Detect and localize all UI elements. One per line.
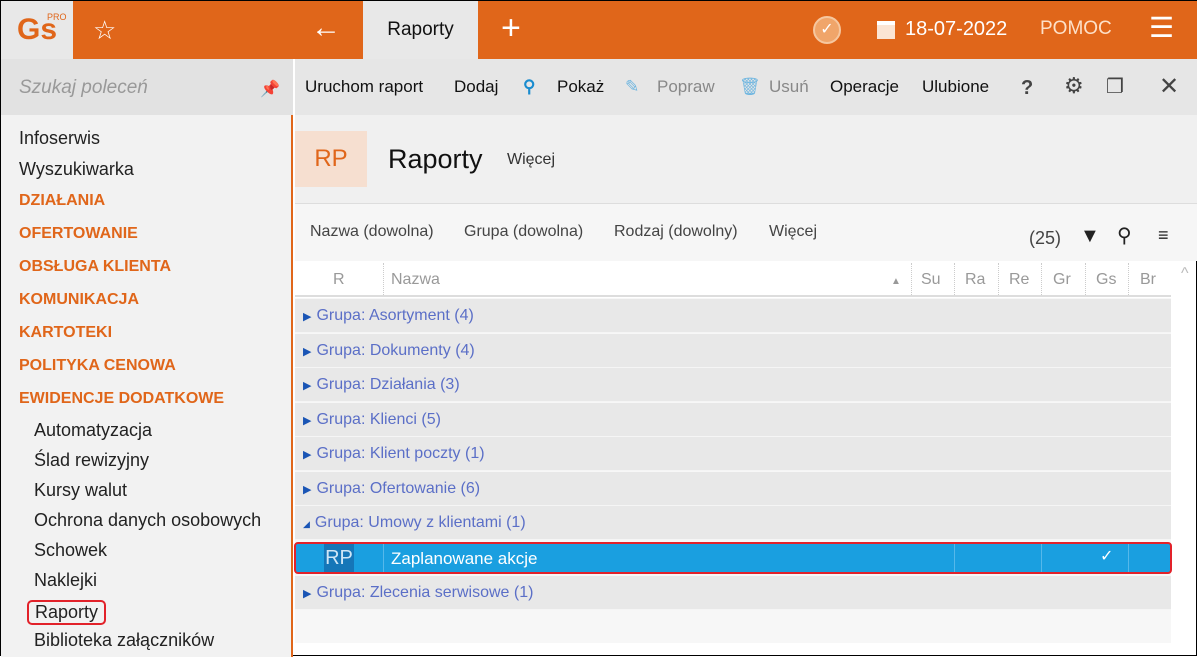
restore-window-icon[interactable]: ❐ [1106,74,1124,99]
pin-icon[interactable]: 📌 [260,79,280,99]
column-gs[interactable]: Gs [1096,271,1116,289]
gear-icon[interactable]: ⚙ [1064,73,1084,99]
column-su[interactable]: Su [921,271,941,289]
sidebar-category[interactable]: POLITYKA CENOWA [19,357,176,375]
column-ra[interactable]: Ra [965,271,985,289]
logo-sup: PRO [47,12,67,22]
group-row[interactable]: ▶ Grupa: Zlecenia serwisowe (1) [295,576,1171,610]
group-row[interactable]: ▶ Grupa: Dokumenty (4) [295,334,1171,368]
gs-check-icon: ✓ [1100,548,1114,565]
record-count: (25) [1029,228,1062,248]
sidebar-category[interactable]: OFERTOWANIE [19,225,138,243]
group-row[interactable]: ▶ Grupa: Działania (3) [295,368,1171,402]
sidebar-subitem-raporty[interactable]: Raporty [27,600,107,625]
column-br[interactable]: Br [1140,271,1156,289]
scroll-up-icon[interactable]: ^ [1181,265,1189,283]
report-name: Zaplanowane akcje [391,549,538,568]
sidebar-subitem[interactable]: Automatyzacja [34,420,152,441]
sidebar-category[interactable]: OBSŁUGA KLIENTA [19,258,171,276]
trash-icon: 🗑 [739,77,761,96]
sidebar-category[interactable]: DZIAŁANIA [19,192,105,210]
delete-button[interactable]: Usuń [769,77,809,97]
show-button[interactable]: Pokaż [557,77,604,97]
filter-name[interactable]: Nazwa (dowolna) [310,223,434,241]
date-display[interactable]: 18-07-2022 [905,18,1007,41]
run-report-button[interactable]: Uruchom raport [305,77,423,97]
sidebar-item-infoserwis[interactable]: Infoserwis [19,128,100,149]
menu-icon[interactable]: ≡ [1158,225,1169,246]
add-button[interactable]: Dodaj [454,77,498,97]
add-tab-icon[interactable]: + [501,9,521,48]
page-title: Raporty [388,144,483,174]
sort-asc-icon: ▲ [891,276,901,287]
report-badge: RP [295,131,367,187]
search-icon[interactable]: ⚲ [1117,223,1132,248]
group-row[interactable]: ▶ Grupa: Klienci (5) [295,403,1171,437]
edit-button[interactable]: Popraw [657,77,715,97]
group-row[interactable]: ▶ Grupa: Ofertowanie (6) [295,472,1171,506]
group-row[interactable]: ▶ Grupa: Klient poczty (1) [295,437,1171,471]
more-link[interactable]: Więcej [507,151,555,169]
filter-icon[interactable]: ▼ [1080,225,1100,248]
favorites-button[interactable]: Ulubione [922,77,989,97]
help-link[interactable]: POMOC [1040,18,1112,40]
help-button[interactable]: ? [1021,77,1033,100]
search-icon: ⚲ [523,77,536,96]
group-row[interactable]: ▶ Grupa: Asortyment (4) [295,299,1171,333]
sidebar-subitem[interactable]: Schowek [34,540,107,561]
sidebar-category[interactable]: EWIDENCJE DODATKOWE [19,390,224,408]
star-icon[interactable]: ☆ [93,15,116,46]
sidebar-category[interactable]: KOMUNIKACJA [19,291,139,309]
calendar-icon[interactable] [877,21,895,39]
tab-raporty[interactable]: Raporty [363,1,478,59]
hamburger-menu-icon[interactable]: ☰ [1149,11,1174,44]
back-arrow-icon[interactable]: ← [311,11,341,45]
app-logo[interactable]: Gs PRO [1,1,73,59]
sidebar-item-wyszukiwarka[interactable]: Wyszukiwarka [19,159,134,180]
check-circle-icon[interactable]: ✓ [813,16,841,44]
command-search-input[interactable]: Szukaj poleceń [1,59,293,115]
close-icon[interactable]: ✕ [1159,72,1179,101]
filter-group[interactable]: Grupa (dowolna) [464,223,583,241]
operations-button[interactable]: Operacje [830,77,899,97]
top-bar [1,1,1197,59]
brush-icon: ✎ [625,77,640,96]
sidebar-subitem[interactable]: Kursy walut [34,480,127,501]
filter-more[interactable]: Więcej [769,223,817,241]
group-row-expanded[interactable]: ◢ Grupa: Umowy z klientami (1) [295,506,1171,540]
sidebar-category[interactable]: KARTOTEKI [19,324,112,342]
sidebar-subitem[interactable]: Naklejki [34,570,97,591]
column-nazwa[interactable]: Nazwa [391,271,440,289]
column-re[interactable]: Re [1009,271,1029,289]
sidebar-subitem[interactable]: Ochrona danych osobowych [34,510,261,531]
report-row-badge: RP [324,544,354,572]
filter-kind[interactable]: Rodzaj (dowolny) [614,223,738,241]
column-r[interactable]: R [333,271,345,289]
column-gr[interactable]: Gr [1053,271,1071,289]
sidebar-subitem[interactable]: Biblioteka załączników [34,630,214,651]
sidebar-subitem[interactable]: Ślad rewizyjny [34,450,149,471]
